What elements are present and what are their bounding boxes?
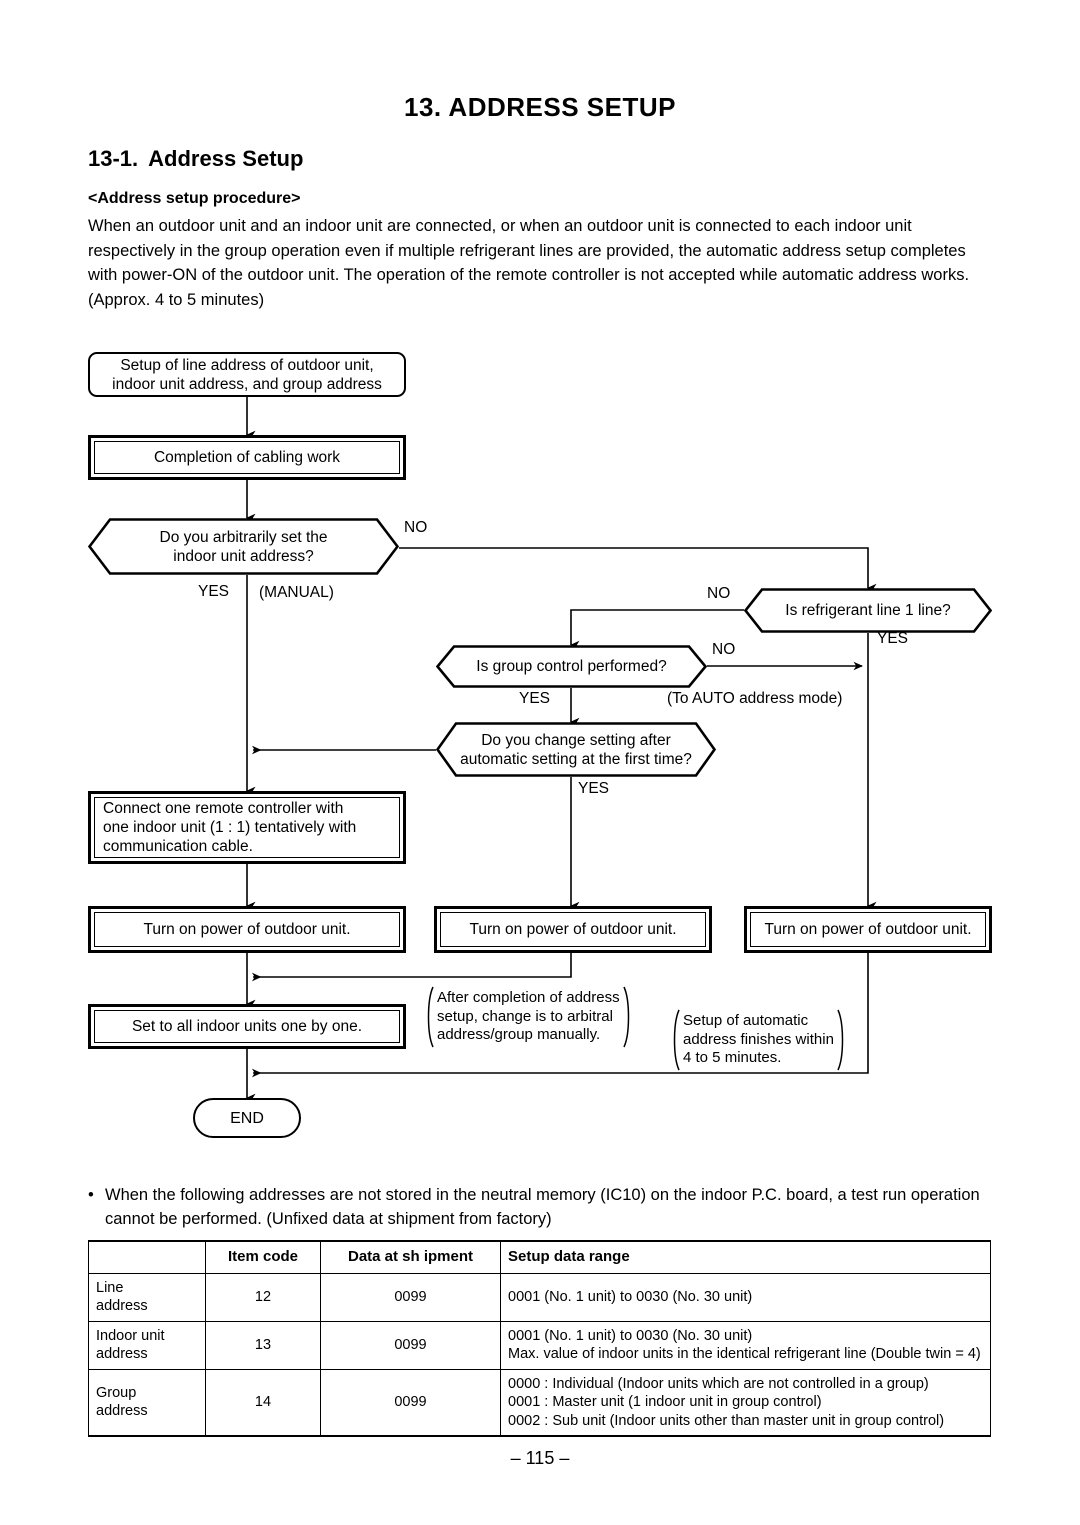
flow-node-power-on-middle: Turn on power of outdoor unit. bbox=[434, 906, 712, 953]
branch-label-yes-change-setting: YES bbox=[578, 780, 610, 797]
table-cell-setup-data-range: 0001 (No. 1 unit) to 0030 (No. 30 unit) … bbox=[500, 1320, 991, 1370]
note-auto-finish-text: Setup of automatic address finishes with… bbox=[683, 1012, 834, 1067]
table-row: Line address 12 0099 0001 (No. 1 unit) t… bbox=[88, 1272, 991, 1322]
flow-node-decision-change-setting-label: Do you change setting after automatic se… bbox=[460, 731, 692, 768]
table-cell-data-at-shipment: 0099 bbox=[320, 1368, 501, 1437]
table-cell-label: Group address bbox=[88, 1368, 206, 1437]
page-title: 13. ADDRESS SETUP bbox=[404, 92, 676, 122]
flow-node-decision-refrigerant-label: Is refrigerant line 1 line? bbox=[785, 602, 951, 619]
flow-node-power-on-right-label: Turn on power of outdoor unit. bbox=[764, 921, 972, 938]
note-auto-finish: Setup of automatic address finishes with… bbox=[670, 1009, 860, 1071]
flow-node-start-setup-label: Setup of line address of outdoor unit, i… bbox=[112, 356, 382, 393]
table-cell-data-at-shipment: 0099 bbox=[320, 1320, 501, 1370]
table-header-row: Item code Data at sh ipment Setup data r… bbox=[88, 1240, 991, 1274]
table-header-blank bbox=[88, 1240, 206, 1274]
table-cell-label: Indoor unit address bbox=[88, 1320, 206, 1370]
address-data-table: Item code Data at sh ipment Setup data r… bbox=[88, 1240, 991, 1437]
note-manual-change-text: After completion of address setup, chang… bbox=[437, 989, 620, 1044]
flow-node-power-on-middle-label: Turn on power of outdoor unit. bbox=[469, 921, 677, 938]
table-body: Line address 12 0099 0001 (No. 1 unit) t… bbox=[88, 1272, 991, 1437]
branch-label-no-refrigerant: NO bbox=[707, 585, 731, 602]
right-paren-icon bbox=[836, 1009, 847, 1071]
bullet-note: • When the following addresses are not s… bbox=[88, 1183, 1003, 1231]
table-header: Item code Data at sh ipment Setup data r… bbox=[88, 1240, 991, 1274]
table-cell-setup-data-range: 0001 (No. 1 unit) to 0030 (No. 30 unit) bbox=[500, 1272, 991, 1322]
flow-node-cabling-complete-label: Completion of cabling work bbox=[153, 449, 341, 466]
flow-node-set-all-indoor: Set to all indoor units one by one. bbox=[88, 1004, 406, 1049]
flow-node-decision-refrigerant: Is refrigerant line 1 line? bbox=[744, 588, 992, 633]
branch-label-auto-address-mode: (To AUTO address mode) bbox=[667, 690, 843, 707]
section-number: 13-1. bbox=[88, 146, 139, 171]
right-paren-icon bbox=[622, 986, 633, 1048]
bullet-note-text: When the following addresses are not sto… bbox=[105, 1186, 980, 1228]
left-paren-icon bbox=[670, 1009, 681, 1071]
flow-node-power-on-left: Turn on power of outdoor unit. bbox=[88, 906, 406, 953]
flow-node-decision-arbitrary-label: Do you arbitrarily set the indoor unit a… bbox=[159, 528, 328, 565]
flow-node-decision-group-control: Is group control performed? bbox=[436, 645, 707, 688]
hexagon-shape bbox=[744, 588, 992, 633]
page-number: – 115 – bbox=[510, 1448, 570, 1468]
bullet-marker: • bbox=[88, 1186, 94, 1204]
table-row: Group address 14 0099 0000 : Individual … bbox=[88, 1368, 991, 1437]
flow-node-decision-group-control-label: Is group control performed? bbox=[476, 658, 667, 675]
flow-node-connect-remote: Connect one remote controller with one i… bbox=[88, 791, 406, 864]
branch-label-no-group-control: NO bbox=[712, 641, 736, 658]
branch-label-no-arbitrary: NO bbox=[404, 519, 428, 536]
flow-node-end-label: END bbox=[230, 1109, 264, 1127]
note-manual-change: After completion of address setup, chang… bbox=[424, 986, 660, 1048]
table-cell-setup-data-range: 0000 : Individual (Indoor units which ar… bbox=[500, 1368, 991, 1437]
table-cell-item-code: 12 bbox=[205, 1272, 321, 1322]
section-heading: 13-1. Address Setup bbox=[88, 146, 303, 172]
procedure-heading: <Address setup procedure> bbox=[88, 190, 301, 207]
table-cell-data-at-shipment: 0099 bbox=[320, 1272, 501, 1322]
hexagon-shape bbox=[436, 722, 716, 777]
section-name: Address Setup bbox=[148, 146, 304, 171]
table-row: Indoor unit address 13 0099 0001 (No. 1 … bbox=[88, 1320, 991, 1370]
hexagon-shape bbox=[436, 645, 707, 688]
flow-node-end: END bbox=[193, 1098, 301, 1138]
flow-node-power-on-left-label: Turn on power of outdoor unit. bbox=[143, 921, 351, 938]
flow-node-start-setup: Setup of line address of outdoor unit, i… bbox=[88, 352, 406, 397]
table-cell-item-code: 13 bbox=[205, 1320, 321, 1370]
branch-label-yes-arbitrary: YES bbox=[198, 583, 230, 600]
table-header-data-at-shipment: Data at sh ipment bbox=[320, 1240, 501, 1274]
left-paren-icon bbox=[424, 986, 435, 1048]
branch-label-yes-refrigerant: YES bbox=[877, 630, 909, 647]
intro-paragraph: When an outdoor unit and an indoor unit … bbox=[88, 217, 970, 309]
flow-node-decision-arbitrary: Do you arbitrarily set the indoor unit a… bbox=[88, 518, 399, 575]
flow-node-set-all-indoor-label: Set to all indoor units one by one. bbox=[131, 1018, 363, 1035]
branch-label-manual: (MANUAL) bbox=[259, 584, 334, 601]
table-cell-label: Line address bbox=[88, 1272, 206, 1322]
flow-node-decision-change-setting: Do you change setting after automatic se… bbox=[436, 722, 716, 777]
table-cell-item-code: 14 bbox=[205, 1368, 321, 1437]
flow-node-connect-remote-label: Connect one remote controller with one i… bbox=[103, 800, 357, 855]
branch-label-yes-group-control: YES bbox=[519, 690, 551, 707]
table-header-setup-data-range: Setup data range bbox=[500, 1240, 991, 1274]
hexagon-shape bbox=[88, 518, 399, 575]
table-header-item-code: Item code bbox=[205, 1240, 321, 1274]
flow-node-power-on-right: Turn on power of outdoor unit. bbox=[744, 906, 992, 953]
flow-node-cabling-complete: Completion of cabling work bbox=[88, 435, 406, 480]
